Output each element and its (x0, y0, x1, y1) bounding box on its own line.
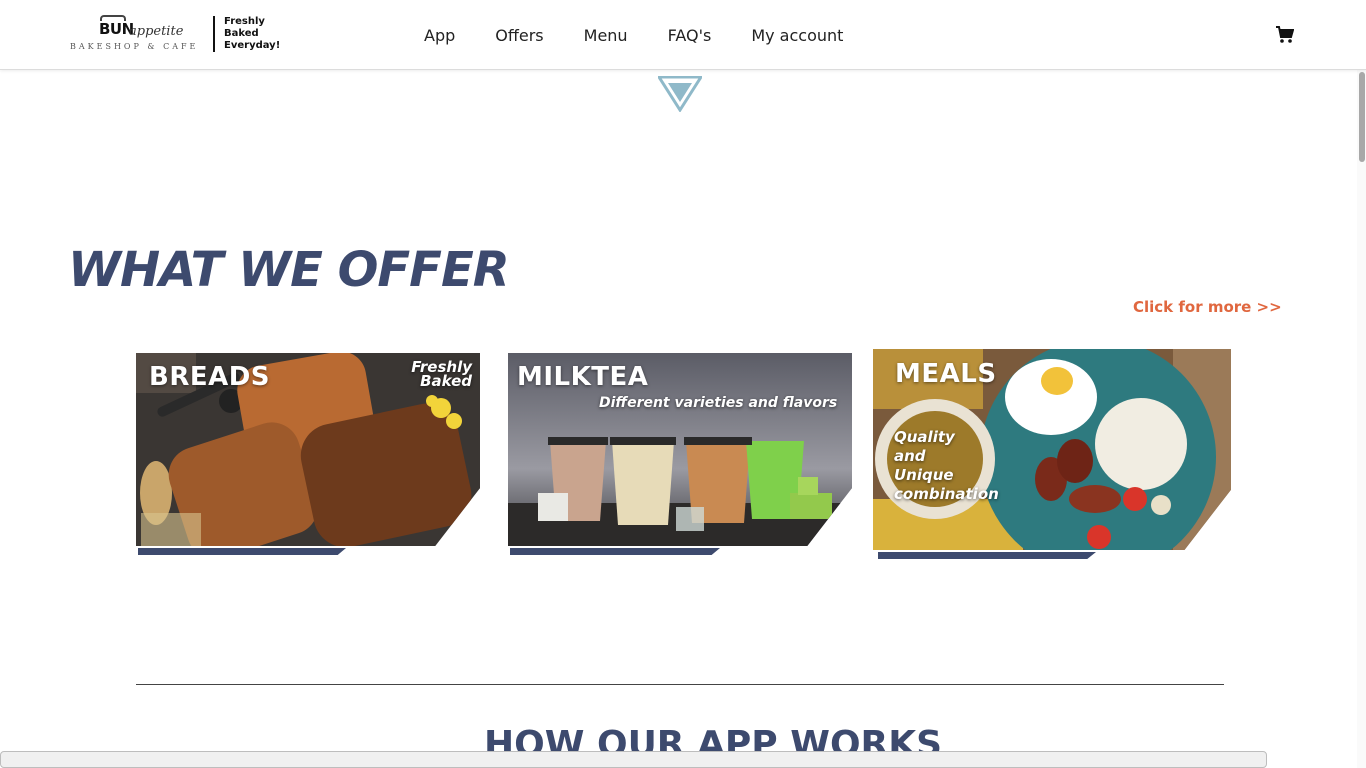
nav-offers[interactable]: Offers (495, 26, 543, 45)
milktea-accent-bar (510, 548, 720, 555)
vertical-scrollbar-track[interactable] (1357, 70, 1366, 768)
vertical-scrollbar-thumb[interactable] (1359, 72, 1365, 162)
navbar: BUN appetite BAKESHOP & CAFE Freshly Bak… (0, 0, 1366, 70)
tag-line: Quality (894, 428, 955, 446)
tag-line: Unique (894, 466, 954, 484)
milktea-tagline: Different varieties and flavors (599, 395, 838, 411)
logo-divider (213, 16, 215, 52)
click-for-more-link[interactable]: Click for more >> (1133, 298, 1282, 316)
tag-line: and (894, 447, 926, 465)
scroll-down-arrow-icon[interactable] (658, 76, 702, 112)
main-nav: App Offers Menu FAQ's My account (424, 0, 883, 70)
logo[interactable]: BUN appetite BAKESHOP & CAFE Freshly Bak… (70, 14, 285, 56)
horizontal-scrollbar[interactable] (0, 751, 1267, 768)
offer-card-milktea[interactable]: MILKTEA Different varieties and flavors (508, 353, 852, 555)
nav-app[interactable]: App (424, 26, 455, 45)
meals-accent-bar (878, 552, 1096, 559)
nav-my-account[interactable]: My account (751, 26, 843, 45)
shopping-cart-icon[interactable] (1276, 26, 1294, 44)
meals-title: MEALS (895, 359, 997, 389)
milktea-title: MILKTEA (517, 362, 649, 392)
logo-name-script: appetite (129, 24, 184, 39)
logo-subtitle: BAKESHOP & CAFE (70, 42, 199, 51)
tagline-line: Everyday! (224, 40, 281, 51)
logo-tagline: Freshly Baked Everyday! (224, 16, 284, 52)
nav-faqs[interactable]: FAQ's (668, 26, 712, 45)
section-divider (136, 684, 1224, 685)
meals-tagline: Quality and Unique combination (894, 428, 999, 504)
tagline-line: Baked (224, 28, 259, 39)
breads-accent-bar (138, 548, 346, 555)
tag-line: Baked (420, 372, 472, 390)
breads-tagline: Freshly Baked (406, 360, 472, 390)
tagline-line: Freshly (224, 16, 265, 27)
offer-card-meals[interactable]: MEALS Quality and Unique combination (873, 349, 1231, 559)
nav-menu[interactable]: Menu (584, 26, 628, 45)
breads-title: BREADS (149, 362, 271, 392)
offers-title: WHAT WE OFFER (68, 242, 510, 298)
tag-line: combination (894, 485, 999, 503)
offer-card-breads[interactable]: BREADS Freshly Baked (136, 353, 480, 555)
